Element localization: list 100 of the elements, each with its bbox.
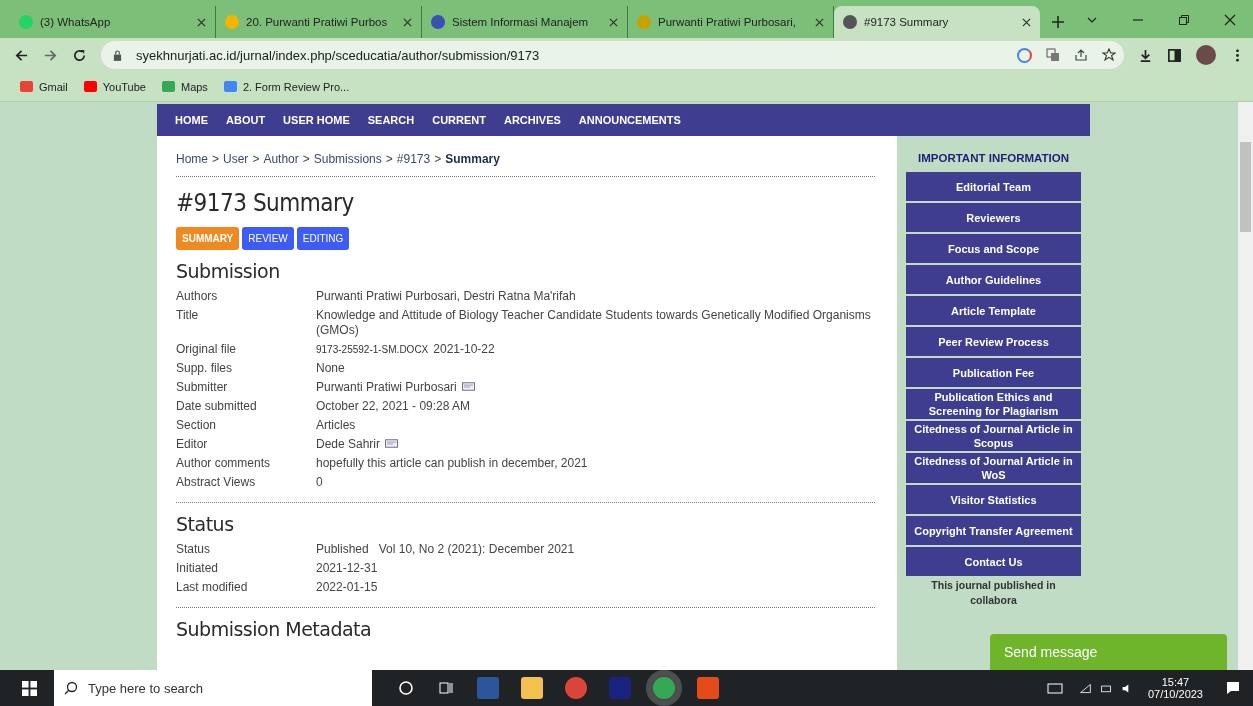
- sidebar-link[interactable]: Publication Ethics and Screening for Plagiarism: [906, 389, 1081, 419]
- sidebar-link[interactable]: Author Guidelines: [906, 265, 1081, 294]
- field-value: Articles: [316, 418, 356, 433]
- sidebar-link[interactable]: Copyright Transfer Agreement: [906, 516, 1081, 545]
- sidebar-link[interactable]: Focus and Scope: [906, 234, 1081, 263]
- site-icon: [19, 15, 33, 29]
- site-icon: [431, 15, 445, 29]
- tab-title: #9173 Summary: [864, 16, 950, 28]
- sidebar-link[interactable]: Citedness of Journal Article in Scopus: [906, 421, 1081, 451]
- sidebar-link[interactable]: Contact Us: [906, 547, 1081, 576]
- sidebar-link[interactable]: Publication Fee: [906, 358, 1081, 387]
- task-view-icon[interactable]: [438, 680, 454, 696]
- field-value: Purwanti Pratiwi Purbosari, Destri Ratna Ma'rifah: [316, 289, 576, 304]
- url-text: syekhnurjati.ac.id/jurnal/index.php/sceducatia/author/submission/9173: [136, 47, 541, 63]
- breadcrumb-link[interactable]: #9173: [396, 152, 431, 166]
- close-icon[interactable]: [815, 17, 824, 27]
- sidebar-note: This journal published in collabora: [930, 578, 1057, 608]
- close-icon[interactable]: [403, 17, 412, 27]
- field-label: Section: [176, 418, 218, 433]
- site-icon: [843, 15, 857, 29]
- close-icon[interactable]: [609, 17, 618, 27]
- side-panel-icon[interactable]: [1167, 47, 1182, 63]
- sidebar-link[interactable]: Reviewers: [906, 203, 1081, 232]
- download-icon[interactable]: [1138, 47, 1153, 63]
- section-tab[interactable]: EDITING: [296, 227, 350, 250]
- translate-icon[interactable]: [1046, 48, 1060, 62]
- bookmark[interactable]: 2. Form Review Pro...: [223, 80, 350, 93]
- restore-icon[interactable]: [1178, 14, 1190, 26]
- breadcrumb-link[interactable]: User: [223, 152, 249, 166]
- breadcrumb-separator: >: [385, 152, 393, 166]
- sidebar-link[interactable]: Citedness of Journal Article in WoS: [906, 453, 1081, 483]
- field-value: October 22, 2021 - 09:28 AM: [316, 399, 471, 414]
- breadcrumb-link[interactable]: Summary: [445, 152, 500, 166]
- section-tab[interactable]: REVIEW: [242, 227, 294, 250]
- browser-tab[interactable]: #9173 Summary: [834, 6, 1040, 38]
- notifications-icon[interactable]: [1225, 680, 1241, 696]
- bookmark[interactable]: Gmail: [20, 80, 68, 93]
- field-value: None: [316, 361, 345, 376]
- wifi-icon[interactable]: [1078, 681, 1092, 695]
- sidebar-link[interactable]: Peer Review Process: [906, 327, 1081, 356]
- site-icon: [637, 15, 651, 29]
- field-label: Abstract Views: [176, 475, 257, 490]
- taskbar-search-field[interactable]: Type here to search: [54, 670, 372, 706]
- profile-avatar[interactable]: [1196, 45, 1216, 65]
- star-icon[interactable]: [1102, 48, 1116, 62]
- sidebar-link[interactable]: Editorial Team: [906, 172, 1081, 201]
- field-label: Status: [176, 542, 212, 557]
- nav-link[interactable]: ABOUT: [226, 114, 266, 126]
- field-label: Supp. files: [176, 361, 234, 376]
- cortana-icon[interactable]: [398, 680, 414, 696]
- nav-link[interactable]: HOME: [175, 114, 208, 126]
- field-label: Submitter: [176, 380, 229, 395]
- field-value: Published: [316, 542, 369, 557]
- share-icon[interactable]: [1074, 48, 1088, 62]
- bookmark[interactable]: Maps: [161, 80, 208, 93]
- tab-title: Purwanti Pratiwi Purbosari,: [658, 16, 798, 28]
- page-title: #9173 Summary: [176, 189, 355, 217]
- envelope-icon[interactable]: [385, 439, 399, 448]
- site-icon: [225, 15, 239, 29]
- breadcrumb-separator: >: [212, 152, 220, 166]
- nav-link[interactable]: USER HOME: [283, 114, 350, 126]
- scrollbar[interactable]: [1238, 102, 1253, 670]
- breadcrumb-separator: >: [302, 152, 310, 166]
- nav-link[interactable]: ARCHIVES: [503, 114, 561, 126]
- search-icon: [64, 681, 78, 695]
- breadcrumb-separator: >: [252, 152, 260, 166]
- breadcrumb-link[interactable]: Author: [263, 152, 299, 166]
- field-label: Title: [176, 308, 200, 324]
- field-label: Date submitted: [176, 399, 258, 414]
- close-icon[interactable]: [1224, 14, 1236, 26]
- nav-link[interactable]: ANNOUNCEMENTS: [578, 114, 681, 126]
- tab-title: (3) WhatsApp: [40, 16, 112, 28]
- field-label: Last modified: [176, 580, 249, 595]
- close-icon[interactable]: [197, 17, 206, 27]
- keyboard-icon[interactable]: [1046, 680, 1063, 696]
- field-value: Dede Sahrir: [316, 437, 381, 452]
- close-icon[interactable]: [1022, 17, 1031, 27]
- clock-time: 15:47: [1161, 676, 1190, 688]
- address-field[interactable]: syekhnurjati.ac.id/jurnal/index.php/sceducatia/author/submission/9173: [101, 41, 1124, 69]
- field-value: 2021-12-31: [316, 561, 378, 576]
- tab-title: 20. Purwanti Pratiwi Purbos: [246, 16, 389, 28]
- field-label: Initiated: [176, 561, 220, 576]
- bookmark[interactable]: YouTube: [83, 80, 146, 93]
- lock-icon: [113, 49, 122, 61]
- field-value: 2021-10-22: [433, 342, 495, 357]
- windows-start-icon[interactable]: [22, 680, 37, 696]
- section-heading: Status: [176, 513, 235, 535]
- sidebar-link[interactable]: Visitor Statistics: [906, 485, 1081, 514]
- new-tab-icon[interactable]: [1052, 16, 1064, 28]
- sidebar-link[interactable]: Article Template: [906, 296, 1081, 325]
- nav-link[interactable]: SEARCH: [367, 114, 415, 126]
- breadcrumb-link[interactable]: Submissions: [313, 152, 382, 166]
- file-link[interactable]: 9173-25592-1-SM.DOCX: [316, 342, 429, 357]
- tab-title: Sistem Informasi Manajem: [452, 16, 590, 28]
- envelope-icon[interactable]: [461, 382, 475, 391]
- field-label: Original file: [176, 342, 238, 357]
- breadcrumb-link[interactable]: Home: [176, 152, 208, 166]
- nav-link[interactable]: CURRENT: [432, 114, 486, 126]
- clock-date: 07/10/2023: [1147, 688, 1203, 700]
- reload-icon[interactable]: [72, 47, 87, 63]
